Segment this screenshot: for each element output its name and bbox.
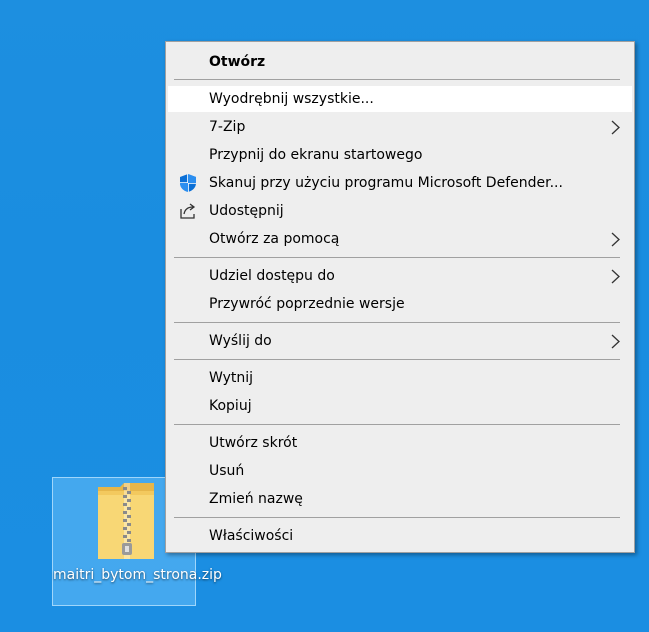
- menu-item-label: Przywróć poprzednie wersje: [209, 296, 405, 312]
- menu-separator: [174, 517, 620, 518]
- menu-item-7zip[interactable]: 7-Zip: [168, 114, 632, 140]
- menu-item-extract-all[interactable]: Wyodrębnij wszystkie...: [168, 86, 632, 112]
- menu-separator: [174, 257, 620, 258]
- menu-item-label: Udziel dostępu do: [209, 268, 335, 284]
- menu-item-label: Otwórz: [209, 54, 266, 70]
- menu-item-properties[interactable]: Właściwości: [168, 523, 632, 549]
- menu-item-label: Utwórz skrót: [209, 435, 298, 451]
- menu-separator: [174, 359, 620, 360]
- chevron-right-icon: [611, 120, 620, 135]
- menu-item-pin-to-start[interactable]: Przypnij do ekranu startowego: [168, 142, 632, 168]
- menu-item-label: Przypnij do ekranu startowego: [209, 147, 423, 163]
- chevron-right-icon: [611, 334, 620, 349]
- desktop: { "desktop": { "icon_label": "maitri_byt…: [0, 0, 649, 632]
- defender-shield-icon: [180, 174, 196, 192]
- menu-item-delete[interactable]: Usuń: [168, 458, 632, 484]
- share-icon: [180, 203, 196, 219]
- zip-folder-icon: [98, 483, 154, 559]
- menu-item-create-shortcut[interactable]: Utwórz skrót: [168, 430, 632, 456]
- chevron-right-icon: [611, 232, 620, 247]
- chevron-right-icon: [611, 269, 620, 284]
- menu-item-label: Usuń: [209, 463, 245, 479]
- menu-item-label: Skanuj przy użyciu programu Microsoft De…: [209, 175, 563, 191]
- menu-item-label: Wyodrębnij wszystkie...: [209, 91, 374, 107]
- menu-item-label: Kopiuj: [209, 398, 252, 414]
- menu-item-label: Zmień nazwę: [209, 491, 303, 507]
- menu-item-label: Właściwości: [209, 528, 294, 544]
- menu-item-send-to[interactable]: Wyślij do: [168, 328, 632, 354]
- menu-item-label: Otwórz za pomocą: [209, 231, 340, 247]
- menu-item-cut[interactable]: Wytnij: [168, 365, 632, 391]
- menu-item-label: Wytnij: [209, 370, 254, 386]
- menu-item-open[interactable]: Otwórz: [168, 49, 632, 75]
- menu-item-label: Udostępnij: [209, 203, 284, 219]
- menu-item-copy[interactable]: Kopiuj: [168, 393, 632, 419]
- menu-item-share[interactable]: Udostępnij: [168, 198, 632, 224]
- menu-item-rename[interactable]: Zmień nazwę: [168, 486, 632, 512]
- menu-separator: [174, 322, 620, 323]
- desktop-file-label: maitri_bytom_strona.zip: [53, 567, 222, 583]
- menu-item-label: Wyślij do: [209, 333, 272, 349]
- menu-separator: [174, 79, 620, 80]
- menu-item-label: 7-Zip: [209, 119, 246, 135]
- menu-item-defender-scan[interactable]: Skanuj przy użyciu programu Microsoft De…: [168, 170, 632, 196]
- context-menu: Otwórz Wyodrębnij wszystkie... 7-Zip Prz…: [165, 41, 635, 553]
- menu-separator: [174, 424, 620, 425]
- menu-item-open-with[interactable]: Otwórz za pomocą: [168, 226, 632, 252]
- menu-item-restore-versions[interactable]: Przywróć poprzednie wersje: [168, 291, 632, 317]
- menu-item-give-access[interactable]: Udziel dostępu do: [168, 263, 632, 289]
